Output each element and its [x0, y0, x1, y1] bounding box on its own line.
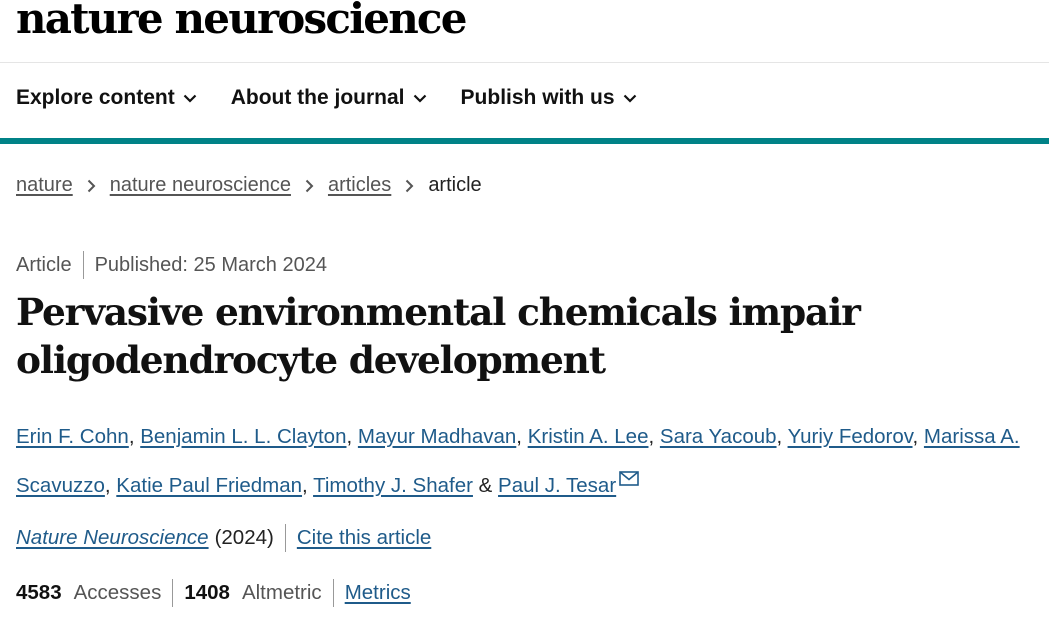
article-meta: Article Published: 25 March 2024: [16, 251, 327, 279]
breadcrumb-articles[interactable]: articles: [328, 174, 391, 197]
metrics-link[interactable]: Metrics: [345, 581, 411, 605]
author-link[interactable]: Sara Yacoub: [660, 425, 777, 448]
accesses-count: 4583: [16, 581, 62, 604]
chevron-right-icon: [305, 179, 314, 193]
chevron-down-icon: [623, 94, 637, 103]
author-link[interactable]: Benjamin L. L. Clayton: [140, 425, 346, 448]
main-nav: Explore content About the journal Publis…: [16, 86, 671, 110]
article-metrics: 4583 Accesses 1408 Altmetric Metrics: [16, 579, 411, 607]
author-separator: ,: [104, 474, 117, 497]
author-link[interactable]: Erin F. Cohn: [16, 425, 129, 448]
author-separator: ,: [912, 425, 924, 448]
published-date: Published: 25 March 2024: [94, 253, 327, 276]
author-link[interactable]: Katie Paul Friedman: [116, 474, 302, 497]
header-divider: [0, 62, 1049, 63]
citation-divider: [284, 524, 286, 552]
altmetric-count: 1408: [184, 581, 230, 604]
author-link[interactable]: Yuriy Fedorov: [788, 425, 913, 448]
author-link[interactable]: Timothy J. Shafer: [313, 474, 473, 497]
accent-bar: [0, 138, 1049, 144]
nav-about-journal-label: About the journal: [230, 86, 405, 109]
author-link[interactable]: Kristin A. Lee: [528, 425, 649, 448]
journal-link[interactable]: Nature Neuroscience: [16, 526, 209, 550]
nav-explore-content[interactable]: Explore content: [16, 86, 197, 110]
author-list: Erin F. Cohn, Benjamin L. L. Clayton, Ma…: [16, 415, 1041, 507]
author-separator: ,: [776, 425, 788, 448]
chevron-right-icon: [405, 179, 414, 193]
author-separator: ,: [302, 474, 314, 497]
author-separator: ,: [648, 425, 660, 448]
author-separator-last: &: [472, 474, 499, 497]
cite-this-article-link[interactable]: Cite this article: [297, 526, 431, 550]
breadcrumb-nature[interactable]: nature: [16, 174, 73, 197]
chevron-down-icon: [183, 94, 197, 103]
author-separator: ,: [128, 425, 141, 448]
nav-publish-with-us[interactable]: Publish with us: [461, 86, 637, 110]
article-type: Article: [16, 253, 72, 276]
site-logo[interactable]: nature neuroscience: [16, 0, 467, 43]
breadcrumb-nature-neuroscience[interactable]: nature neuroscience: [110, 174, 291, 197]
article-title: Pervasive environmental chemicals impair…: [16, 290, 861, 382]
breadcrumb: nature nature neuroscience articles arti…: [16, 174, 482, 197]
author-link-corresponding[interactable]: Paul J. Tesar: [498, 474, 616, 497]
accesses-label: Accesses: [73, 581, 162, 604]
nav-publish-with-us-label: Publish with us: [460, 86, 615, 109]
chevron-down-icon: [413, 94, 427, 103]
mail-icon[interactable]: [619, 458, 639, 501]
publication-year: (2024): [214, 526, 274, 549]
altmetric-label: Altmetric: [241, 581, 322, 604]
author-separator: ,: [346, 425, 358, 448]
breadcrumb-current: article: [428, 174, 482, 196]
meta-divider: [82, 251, 84, 279]
author-separator: ,: [516, 425, 528, 448]
metrics-divider: [172, 579, 174, 607]
nav-explore-content-label: Explore content: [16, 86, 175, 109]
author-link[interactable]: Mayur Madhavan: [358, 425, 516, 448]
nav-about-journal[interactable]: About the journal: [231, 86, 427, 110]
chevron-right-icon: [87, 179, 96, 193]
citation: Nature Neuroscience (2024) Cite this art…: [16, 524, 431, 552]
metrics-divider: [332, 579, 334, 607]
